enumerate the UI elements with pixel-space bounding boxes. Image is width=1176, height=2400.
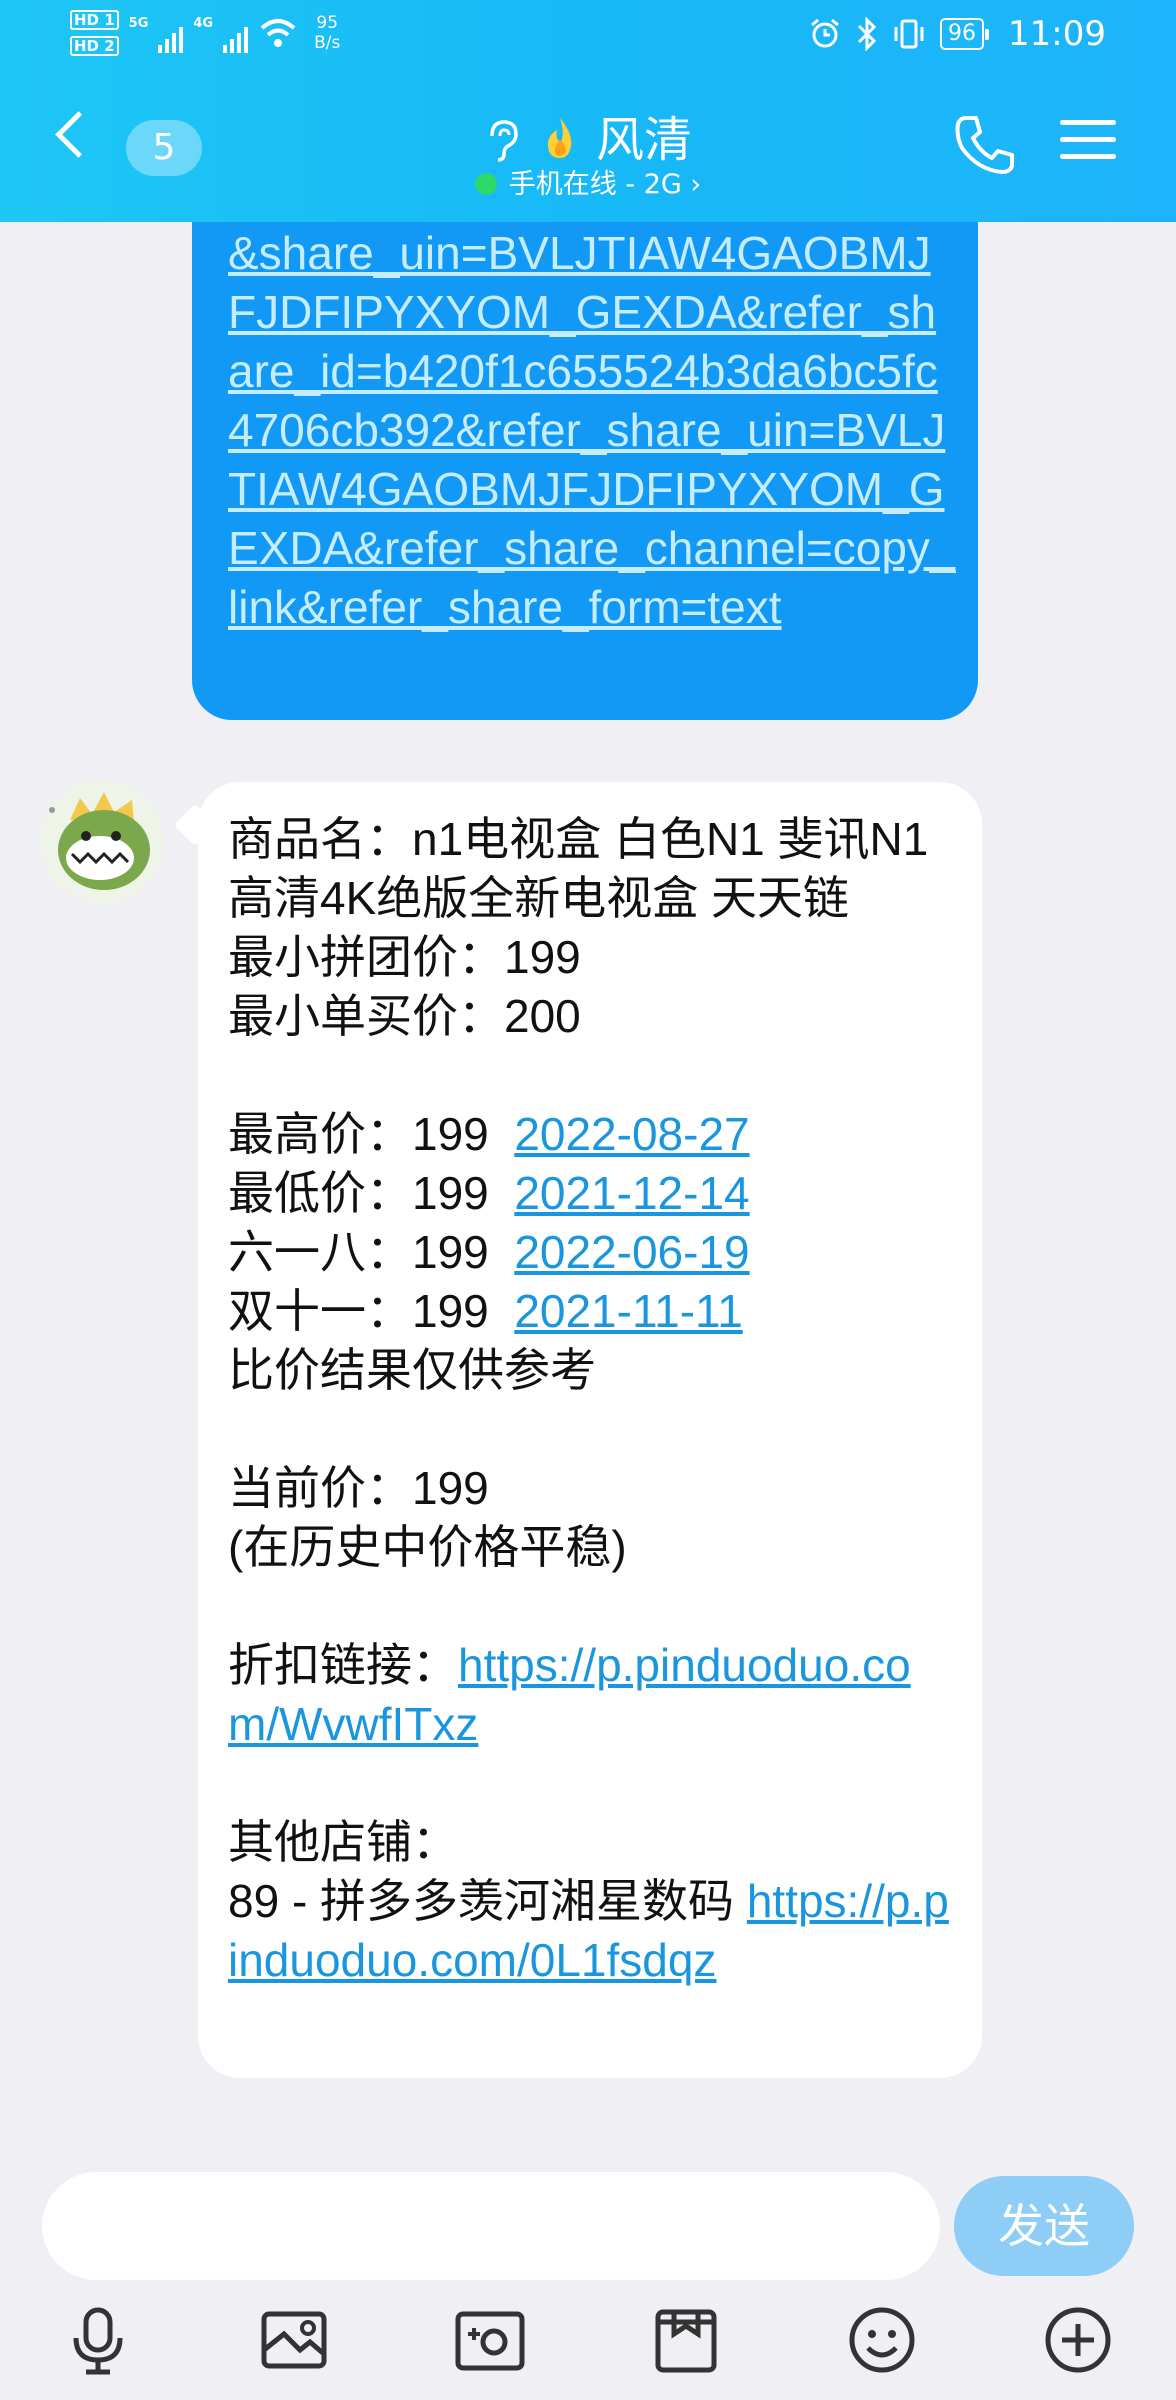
six18-price: 六一八：199 xyxy=(228,1226,515,1278)
camera-icon[interactable] xyxy=(450,2300,530,2380)
lowest-price: 最低价：199 xyxy=(228,1167,515,1219)
send-button[interactable]: 发送 xyxy=(954,2176,1134,2276)
net-speed-unit: B/s xyxy=(314,33,341,53)
double11-price-row: 双十一：199 2021-11-11 xyxy=(228,1282,958,1341)
price-trend: (在历史中价格平稳) xyxy=(228,1521,627,1573)
flame-icon xyxy=(543,112,592,168)
disclaimer: 比价结果仅供参考 xyxy=(228,1344,596,1396)
alarm-icon xyxy=(811,18,839,48)
six18-price-row: 六一八：199 2022-06-19 xyxy=(228,1223,958,1282)
signal-icon-2 xyxy=(223,13,249,53)
wifi-icon xyxy=(260,19,296,47)
online-dot xyxy=(474,173,497,195)
highest-price: 最高价：199 xyxy=(228,1108,515,1160)
min-group-price: 最小拼团价：199 xyxy=(228,931,581,983)
current-price: 当前价：199 xyxy=(228,1462,489,1514)
chevron-right-icon: › xyxy=(690,169,702,200)
discount-label: 折扣链接： xyxy=(228,1639,458,1691)
vibrate-icon xyxy=(894,19,924,49)
menu-icon[interactable] xyxy=(1060,110,1130,180)
min-single-price: 最小单买价：200 xyxy=(228,990,581,1042)
net-5g-label: 5G xyxy=(128,16,149,31)
sim2-label: HD 2 xyxy=(70,36,119,56)
status-bar: HD 1 HD 2 5G 4G 95 B/s 96 11:09 xyxy=(0,0,1176,70)
sim1-label: HD 1 xyxy=(70,10,119,30)
lowest-price-row: 最低价：199 2021-12-14 xyxy=(228,1164,958,1223)
clock: 11:09 xyxy=(1008,14,1106,54)
discount-row: 折扣链接：https://p.pinduoduo.com/WvwfITxz xyxy=(228,1636,958,1754)
image-icon[interactable] xyxy=(254,2300,334,2380)
sent-message-link[interactable]: &share_uin=BVLJTIAW4GAOBMJFJDFIPYXYOM_GE… xyxy=(228,224,958,637)
product-name: 商品名：n1电视盒 白色N1 斐讯N1 高清4K绝版全新电视盒 天天链 xyxy=(228,813,942,924)
lowest-price-date-link[interactable]: 2021-12-14 xyxy=(514,1167,749,1219)
message-input[interactable] xyxy=(42,2172,940,2280)
highest-price-date-link[interactable]: 2022-08-27 xyxy=(514,1108,749,1160)
net-4g-label: 4G xyxy=(193,16,214,31)
emoji-icon[interactable] xyxy=(842,2300,922,2380)
phone-call-icon[interactable] xyxy=(950,110,1020,180)
net-speed: 95 B/s xyxy=(314,13,340,53)
file-icon[interactable] xyxy=(646,2300,726,2380)
sim-indicators: HD 1 HD 2 xyxy=(70,10,119,56)
double11-price: 双十一：199 xyxy=(228,1285,515,1337)
contact-name[interactable]: 风清 xyxy=(596,112,692,168)
chat-header: HD 1 HD 2 5G 4G 95 B/s 96 11:09 5 风清 手机在… xyxy=(0,0,1176,222)
contact-avatar[interactable] xyxy=(40,780,164,904)
six18-date-link[interactable]: 2022-06-19 xyxy=(514,1226,749,1278)
other-shops-label: 其他店铺： xyxy=(228,1816,458,1868)
highest-price-row: 最高价：199 2022-08-27 xyxy=(228,1105,958,1164)
received-message-text: 商品名：n1电视盒 白色N1 斐讯N1 高清4K绝版全新电视盒 天天链 最小拼团… xyxy=(228,810,958,1990)
signal-icon xyxy=(158,13,184,53)
shop-name: 89 - 拼多多羡河湘星数码 xyxy=(228,1875,747,1927)
ear-icon[interactable] xyxy=(484,120,533,166)
net-speed-value: 95 xyxy=(316,13,339,33)
microphone-icon[interactable] xyxy=(58,2300,138,2380)
plus-icon[interactable] xyxy=(1038,2300,1118,2380)
double11-date-link[interactable]: 2021-11-11 xyxy=(514,1285,742,1337)
battery-level: 96 xyxy=(940,18,990,50)
other-shop-row: 89 - 拼多多羡河湘星数码 https://p.pinduoduo.com/0… xyxy=(228,1872,958,1990)
presence-text[interactable]: 手机在线 - 2G xyxy=(509,169,682,200)
bluetooth-icon xyxy=(857,17,877,51)
